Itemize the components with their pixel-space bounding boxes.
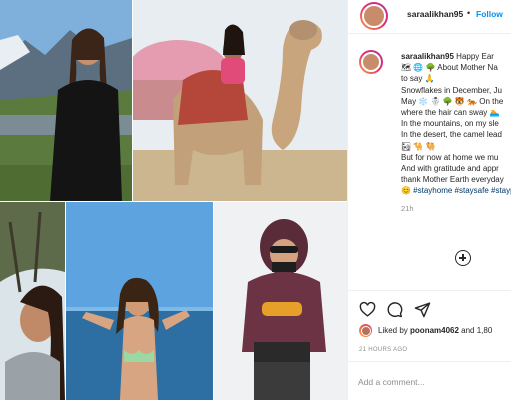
caption-line: And with gratitude and appr: [401, 164, 499, 174]
comment-input[interactable]: [358, 374, 508, 390]
plus-circle-icon[interactable]: [455, 250, 471, 266]
post-header: saraalikhan95 • Follow: [348, 0, 511, 34]
share-icon[interactable]: [414, 301, 431, 318]
caption-line: In the desert, the camel lead: [401, 130, 502, 140]
caption-body: saraalikhan95 Happy Ear 🗺 🌐 🌳 About Moth…: [401, 51, 511, 214]
photo-camel-desert: [133, 0, 347, 201]
liked-by-user[interactable]: poonam4062: [410, 326, 459, 335]
heart-icon[interactable]: [359, 301, 376, 318]
follow-button[interactable]: Follow: [476, 9, 503, 19]
caption-line: to say 🙏: [401, 74, 435, 84]
photo-snow-jacket: [214, 202, 347, 400]
caption-line: May ❄️ ☃️ 🌳 🐯 🐅 On the: [401, 96, 504, 106]
caption-line: Snowflakes in December, Ju: [401, 85, 502, 95]
caption-line: thank Mother Earth everyday: [401, 175, 504, 185]
caption-line: 🏜 🐪 🐫: [401, 141, 436, 151]
liker-avatar[interactable]: [359, 324, 372, 337]
photo-mountains: [0, 0, 132, 201]
posted-ago[interactable]: 21 HOURS AGO: [359, 347, 407, 353]
photo-trees-profile: [0, 202, 65, 400]
caption-line: 🗺 🌐 🌳 About Mother Na: [401, 63, 498, 73]
comment-icon[interactable]: [386, 301, 403, 318]
post-actions: Liked by poonam4062 and 1,80 21 HOURS AG…: [348, 290, 511, 400]
caption-timestamp[interactable]: 21h: [401, 203, 511, 214]
post-caption: saraalikhan95 Happy Ear 🗺 🌐 🌳 About Moth…: [348, 42, 511, 252]
caption-first-line: saraalikhan95 Happy Ear: [401, 51, 511, 62]
caption-line: Happy Ear: [456, 52, 494, 61]
caption-line: In the mountains, on my sle: [401, 119, 499, 129]
caption-hashtags[interactable]: 😊 #stayhome #staysafe #stayp: [401, 185, 511, 196]
caption-line: where the hair can sway 🏊: [401, 108, 500, 118]
liked-by-prefix: Liked by: [378, 326, 411, 335]
caption-line: But for now at home we mu: [401, 152, 499, 162]
caption-avatar[interactable]: [359, 50, 383, 74]
caption-username[interactable]: saraalikhan95: [401, 52, 454, 61]
post-photo-collage[interactable]: [0, 0, 347, 400]
comment-box: [348, 361, 511, 400]
header-username[interactable]: saraalikhan95: [407, 9, 463, 19]
post-side-panel: saraalikhan95 • Follow saraalikhan95 Hap…: [347, 0, 511, 400]
follow-separator: •: [467, 8, 471, 18]
avatar[interactable]: [360, 2, 388, 30]
liked-by-suffix[interactable]: and 1,80: [459, 326, 492, 335]
photo-beach-ocean: [66, 202, 213, 400]
